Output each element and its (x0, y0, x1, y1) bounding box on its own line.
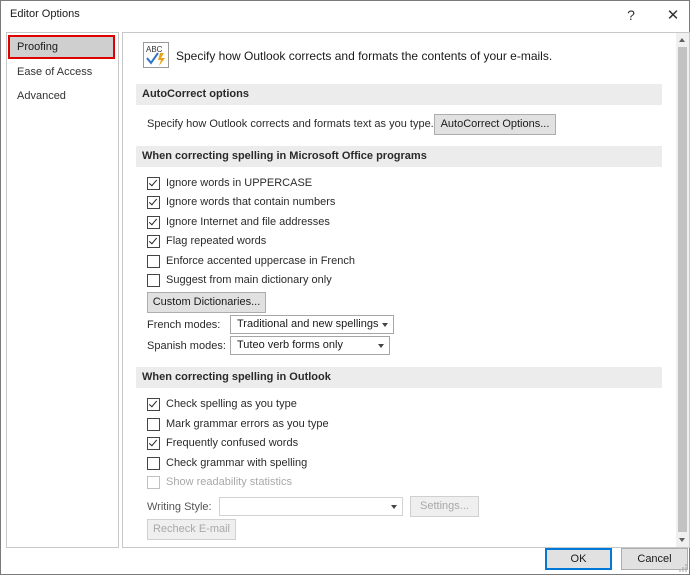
cancel-button[interactable]: Cancel (621, 548, 688, 570)
option-check-spelling-as-you-type[interactable]: Check spelling as you type (147, 396, 297, 412)
resize-grip-icon[interactable] (679, 564, 687, 572)
scroll-up-icon[interactable] (679, 38, 685, 42)
sidebar-item-advanced[interactable]: Advanced (17, 87, 66, 105)
checkbox (147, 475, 160, 489)
sidebar-item-ease-of-access[interactable]: Ease of Access (17, 63, 92, 81)
option-flag-repeated-words[interactable]: Flag repeated words (147, 233, 266, 249)
checkbox[interactable] (147, 397, 160, 411)
option-label: Flag repeated words (166, 235, 267, 247)
help-button[interactable]: ? (616, 4, 646, 26)
checkbox[interactable] (147, 215, 160, 229)
checkbox[interactable] (147, 234, 160, 248)
option-label: Mark grammar errors as you type (166, 418, 329, 430)
option-show-readability-statistics: Show readability statistics (147, 474, 292, 490)
custom-dictionaries-button[interactable]: Custom Dictionaries... (147, 292, 266, 313)
ok-button[interactable]: OK (545, 548, 612, 570)
option-label: Check grammar with spelling (166, 457, 308, 469)
checkbox[interactable] (147, 176, 160, 190)
checkbox[interactable] (147, 417, 160, 431)
spanish-modes-select[interactable]: Tuteo verb forms only (230, 336, 390, 355)
title-bar: Editor Options ? ✕ (1, 1, 689, 29)
writing-style-select (219, 497, 403, 516)
option-enforce-accented-uppercase[interactable]: Enforce accented uppercase in French (147, 253, 355, 269)
french-modes-select[interactable]: Traditional and new spellings (230, 315, 394, 334)
section-autocorrect-options: AutoCorrect options (136, 84, 662, 105)
checkbox[interactable] (147, 254, 160, 268)
option-label: Check spelling as you type (166, 398, 297, 410)
sidebar-nav: Proofing Ease of Access Advanced (6, 32, 119, 548)
option-ignore-uppercase[interactable]: Ignore words in UPPERCASE (147, 175, 312, 191)
editor-options-dialog: Editor Options ? ✕ Proofing Ease of Acce… (0, 0, 690, 575)
section-outlook-spelling: When correcting spelling in Outlook (136, 367, 662, 388)
option-label: Suggest from main dictionary only (166, 274, 332, 286)
vertical-scrollbar[interactable] (676, 33, 689, 547)
close-button[interactable]: ✕ (658, 4, 688, 26)
autocorrect-options-button[interactable]: AutoCorrect Options... (434, 114, 556, 135)
checkbox[interactable] (147, 456, 160, 470)
option-main-dictionary-only[interactable]: Suggest from main dictionary only (147, 272, 332, 288)
settings-button: Settings... (410, 496, 479, 517)
option-label: Frequently confused words (166, 437, 299, 449)
option-ignore-numbers[interactable]: Ignore words that contain numbers (147, 194, 335, 210)
option-label: Show readability statistics (166, 476, 292, 488)
option-check-grammar-with-spelling[interactable]: Check grammar with spelling (147, 455, 307, 471)
option-mark-grammar-errors[interactable]: Mark grammar errors as you type (147, 416, 329, 432)
spanish-modes-label: Spanish modes: (147, 340, 226, 352)
chevron-down-icon (391, 505, 397, 509)
abc-spellcheck-icon: ABC (143, 42, 169, 68)
option-frequently-confused-words[interactable]: Frequently confused words (147, 435, 298, 451)
scroll-down-icon[interactable] (679, 538, 685, 542)
option-ignore-internet-addresses[interactable]: Ignore Internet and file addresses (147, 214, 330, 230)
option-label: Ignore words that contain numbers (166, 196, 336, 208)
section-office-spelling: When correcting spelling in Microsoft Of… (136, 146, 662, 167)
writing-style-label: Writing Style: (147, 501, 212, 513)
header-description: Specify how Outlook corrects and formats… (176, 49, 553, 63)
select-value: Tuteo verb forms only (237, 339, 343, 351)
window-title: Editor Options (10, 8, 80, 20)
proofing-panel: ABC Specify how Outlook corrects and for… (122, 32, 690, 548)
checkbox[interactable] (147, 436, 160, 450)
option-label: Ignore words in UPPERCASE (166, 177, 313, 189)
checkbox[interactable] (147, 273, 160, 287)
svg-text:ABC: ABC (146, 45, 163, 54)
scrollbar-thumb[interactable] (678, 47, 687, 532)
option-label: Enforce accented uppercase in French (166, 255, 355, 267)
autocorrect-description: Specify how Outlook corrects and formats… (147, 118, 434, 130)
french-modes-label: French modes: (147, 319, 221, 331)
sidebar-item-proofing[interactable]: Proofing (8, 35, 115, 59)
chevron-down-icon (382, 323, 388, 327)
option-label: Ignore Internet and file addresses (166, 216, 330, 228)
checkbox[interactable] (147, 195, 160, 209)
recheck-email-button: Recheck E-mail (147, 519, 236, 540)
chevron-down-icon (378, 344, 384, 348)
select-value: Traditional and new spellings (237, 318, 379, 330)
